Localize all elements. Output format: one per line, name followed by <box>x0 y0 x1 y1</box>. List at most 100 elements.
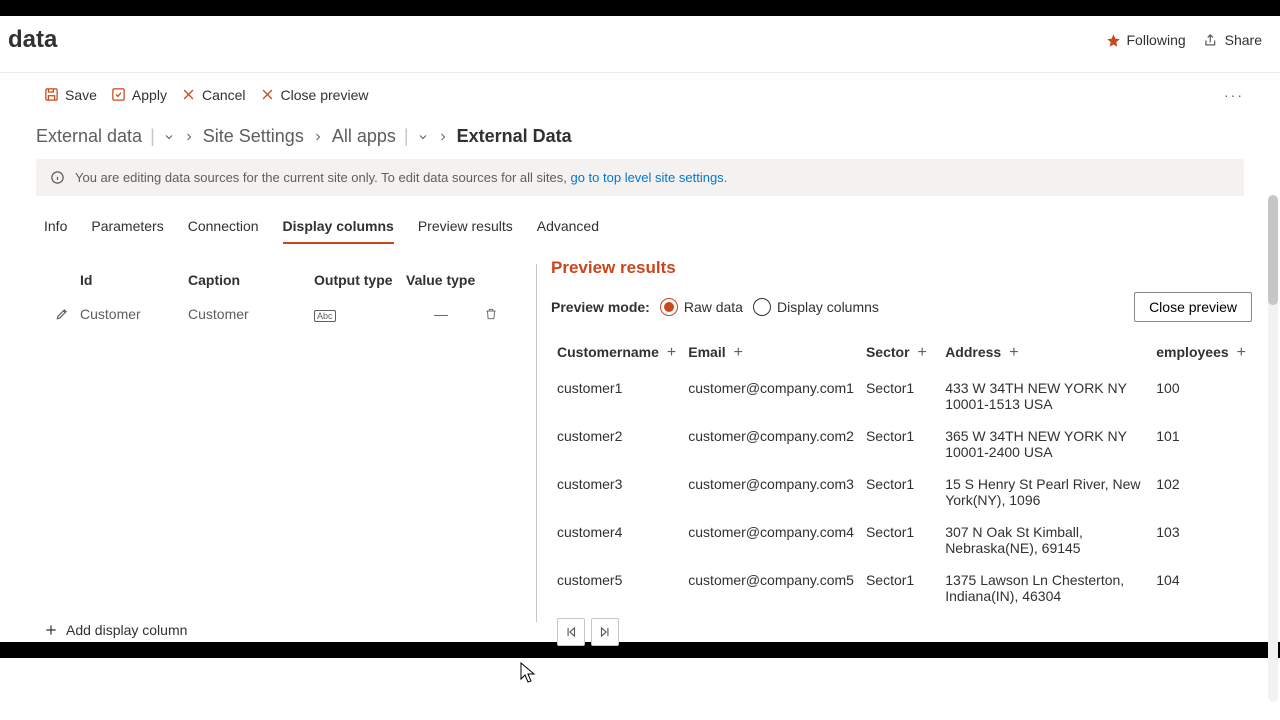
skip-forward-icon <box>598 625 612 639</box>
table-cell: 100 <box>1150 372 1252 420</box>
close-preview-button[interactable]: Close preview <box>260 87 369 103</box>
col-header-output: Output type <box>314 272 406 288</box>
table-cell: customer@company.com1 <box>682 372 860 420</box>
col-address: Address+ <box>939 334 1150 372</box>
breadcrumb-item[interactable]: All apps <box>332 126 396 147</box>
pager <box>551 612 1252 646</box>
chevron-down-icon[interactable] <box>163 131 175 143</box>
chevron-down-icon[interactable] <box>417 131 429 143</box>
add-column-icon[interactable]: + <box>1009 344 1018 362</box>
radio-icon <box>753 298 771 316</box>
table-cell: Sector1 <box>860 468 939 516</box>
preview-results-table: Customername+ Email+ Sector+ Address+ em… <box>551 334 1252 612</box>
add-column-icon[interactable]: + <box>1237 344 1246 362</box>
table-cell: customer@company.com5 <box>682 564 860 612</box>
display-column-row: Customer Customer Abc — <box>36 298 536 330</box>
skip-back-icon <box>564 625 578 639</box>
tab-preview-results[interactable]: Preview results <box>418 210 513 244</box>
info-bar: You are editing data sources for the cur… <box>36 159 1244 196</box>
apply-button[interactable]: Apply <box>111 87 167 103</box>
row-caption: Customer <box>188 306 314 322</box>
breadcrumb-item[interactable]: External data <box>36 126 142 147</box>
add-column-icon[interactable]: + <box>734 344 743 362</box>
chevron-right-icon <box>437 131 449 143</box>
pager-first-button[interactable] <box>557 618 585 646</box>
table-cell: 103 <box>1150 516 1252 564</box>
close-icon <box>260 87 275 102</box>
tab-parameters[interactable]: Parameters <box>91 210 163 244</box>
table-cell: 15 S Henry St Pearl River, New York(NY),… <box>939 468 1150 516</box>
radio-raw-data[interactable]: Raw data <box>660 298 743 316</box>
add-column-icon[interactable]: + <box>918 344 927 362</box>
col-header-id: Id <box>80 272 188 288</box>
add-display-column-button[interactable]: Add display column <box>44 622 187 638</box>
col-employees: employees+ <box>1150 334 1252 372</box>
row-value: — <box>406 306 476 322</box>
pencil-icon <box>55 307 69 321</box>
table-cell: customer1 <box>551 372 682 420</box>
table-cell: customer@company.com4 <box>682 516 860 564</box>
edit-row-button[interactable] <box>44 307 80 321</box>
col-customername: Customername+ <box>551 334 682 372</box>
page-title: data <box>8 26 57 54</box>
share-icon <box>1204 33 1219 48</box>
table-row: customer3customer@company.com3Sector115 … <box>551 468 1252 516</box>
tab-advanced[interactable]: Advanced <box>537 210 599 244</box>
row-id: Customer <box>80 306 188 322</box>
table-cell: 1375 Lawson Ln Chesterton, Indiana(IN), … <box>939 564 1150 612</box>
col-header-value: Value type <box>406 272 476 288</box>
info-text: You are editing data sources for the cur… <box>75 170 570 185</box>
table-row: customer1customer@company.com1Sector1433… <box>551 372 1252 420</box>
display-columns-panel: Id Caption Output type Value type Custom… <box>36 244 536 642</box>
mouse-cursor <box>520 662 536 684</box>
table-cell: 102 <box>1150 468 1252 516</box>
trash-icon <box>484 307 498 321</box>
vertical-scrollbar[interactable] <box>1268 195 1278 702</box>
scrollbar-thumb[interactable] <box>1268 195 1278 305</box>
info-link[interactable]: go to top level site settings <box>570 170 723 185</box>
tabs: Info Parameters Connection Display colum… <box>0 210 1280 244</box>
table-cell: Sector1 <box>860 420 939 468</box>
table-cell: Sector1 <box>860 516 939 564</box>
cancel-icon <box>181 87 196 102</box>
table-cell: customer3 <box>551 468 682 516</box>
table-cell: 433 W 34TH NEW YORK NY 10001-1513 USA <box>939 372 1150 420</box>
table-cell: customer@company.com3 <box>682 468 860 516</box>
tab-connection[interactable]: Connection <box>188 210 259 244</box>
table-row: customer2customer@company.com2Sector1365… <box>551 420 1252 468</box>
row-output: Abc <box>314 306 406 322</box>
following-button[interactable]: Following <box>1106 32 1186 48</box>
table-cell: customer5 <box>551 564 682 612</box>
command-bar: Save Apply Cancel Close preview <box>44 87 368 103</box>
table-cell: 365 W 34TH NEW YORK NY 10001-2400 USA <box>939 420 1150 468</box>
more-button[interactable]: ··· <box>1224 87 1244 103</box>
table-row: customer4customer@company.com4Sector1307… <box>551 516 1252 564</box>
chevron-right-icon <box>312 131 324 143</box>
close-preview-panel-button[interactable]: Close preview <box>1134 292 1252 322</box>
radio-display-columns[interactable]: Display columns <box>753 298 879 316</box>
preview-title: Preview results <box>551 258 1252 278</box>
preview-panel: Preview results Preview mode: Raw data D… <box>537 244 1280 642</box>
chevron-right-icon <box>183 131 195 143</box>
cancel-button[interactable]: Cancel <box>181 87 246 103</box>
col-header-caption: Caption <box>188 272 314 288</box>
save-button[interactable]: Save <box>44 87 97 103</box>
page-header: data Following Share <box>0 16 1280 72</box>
apply-icon <box>111 87 126 102</box>
share-button[interactable]: Share <box>1204 32 1262 48</box>
col-email: Email+ <box>682 334 860 372</box>
tab-display-columns[interactable]: Display columns <box>283 210 394 244</box>
tab-info[interactable]: Info <box>44 210 67 244</box>
table-cell: customer2 <box>551 420 682 468</box>
add-column-icon[interactable]: + <box>667 344 676 362</box>
table-cell: 307 N Oak St Kimball, Nebraska(NE), 6914… <box>939 516 1150 564</box>
breadcrumb-item[interactable]: Site Settings <box>203 126 304 147</box>
breadcrumb-current: External Data <box>457 126 572 147</box>
preview-mode-label: Preview mode: <box>551 299 650 315</box>
pager-next-button[interactable] <box>591 618 619 646</box>
plus-icon <box>44 623 58 637</box>
col-sector: Sector+ <box>860 334 939 372</box>
radio-icon <box>660 298 678 316</box>
delete-row-button[interactable] <box>476 307 506 321</box>
table-cell: customer4 <box>551 516 682 564</box>
